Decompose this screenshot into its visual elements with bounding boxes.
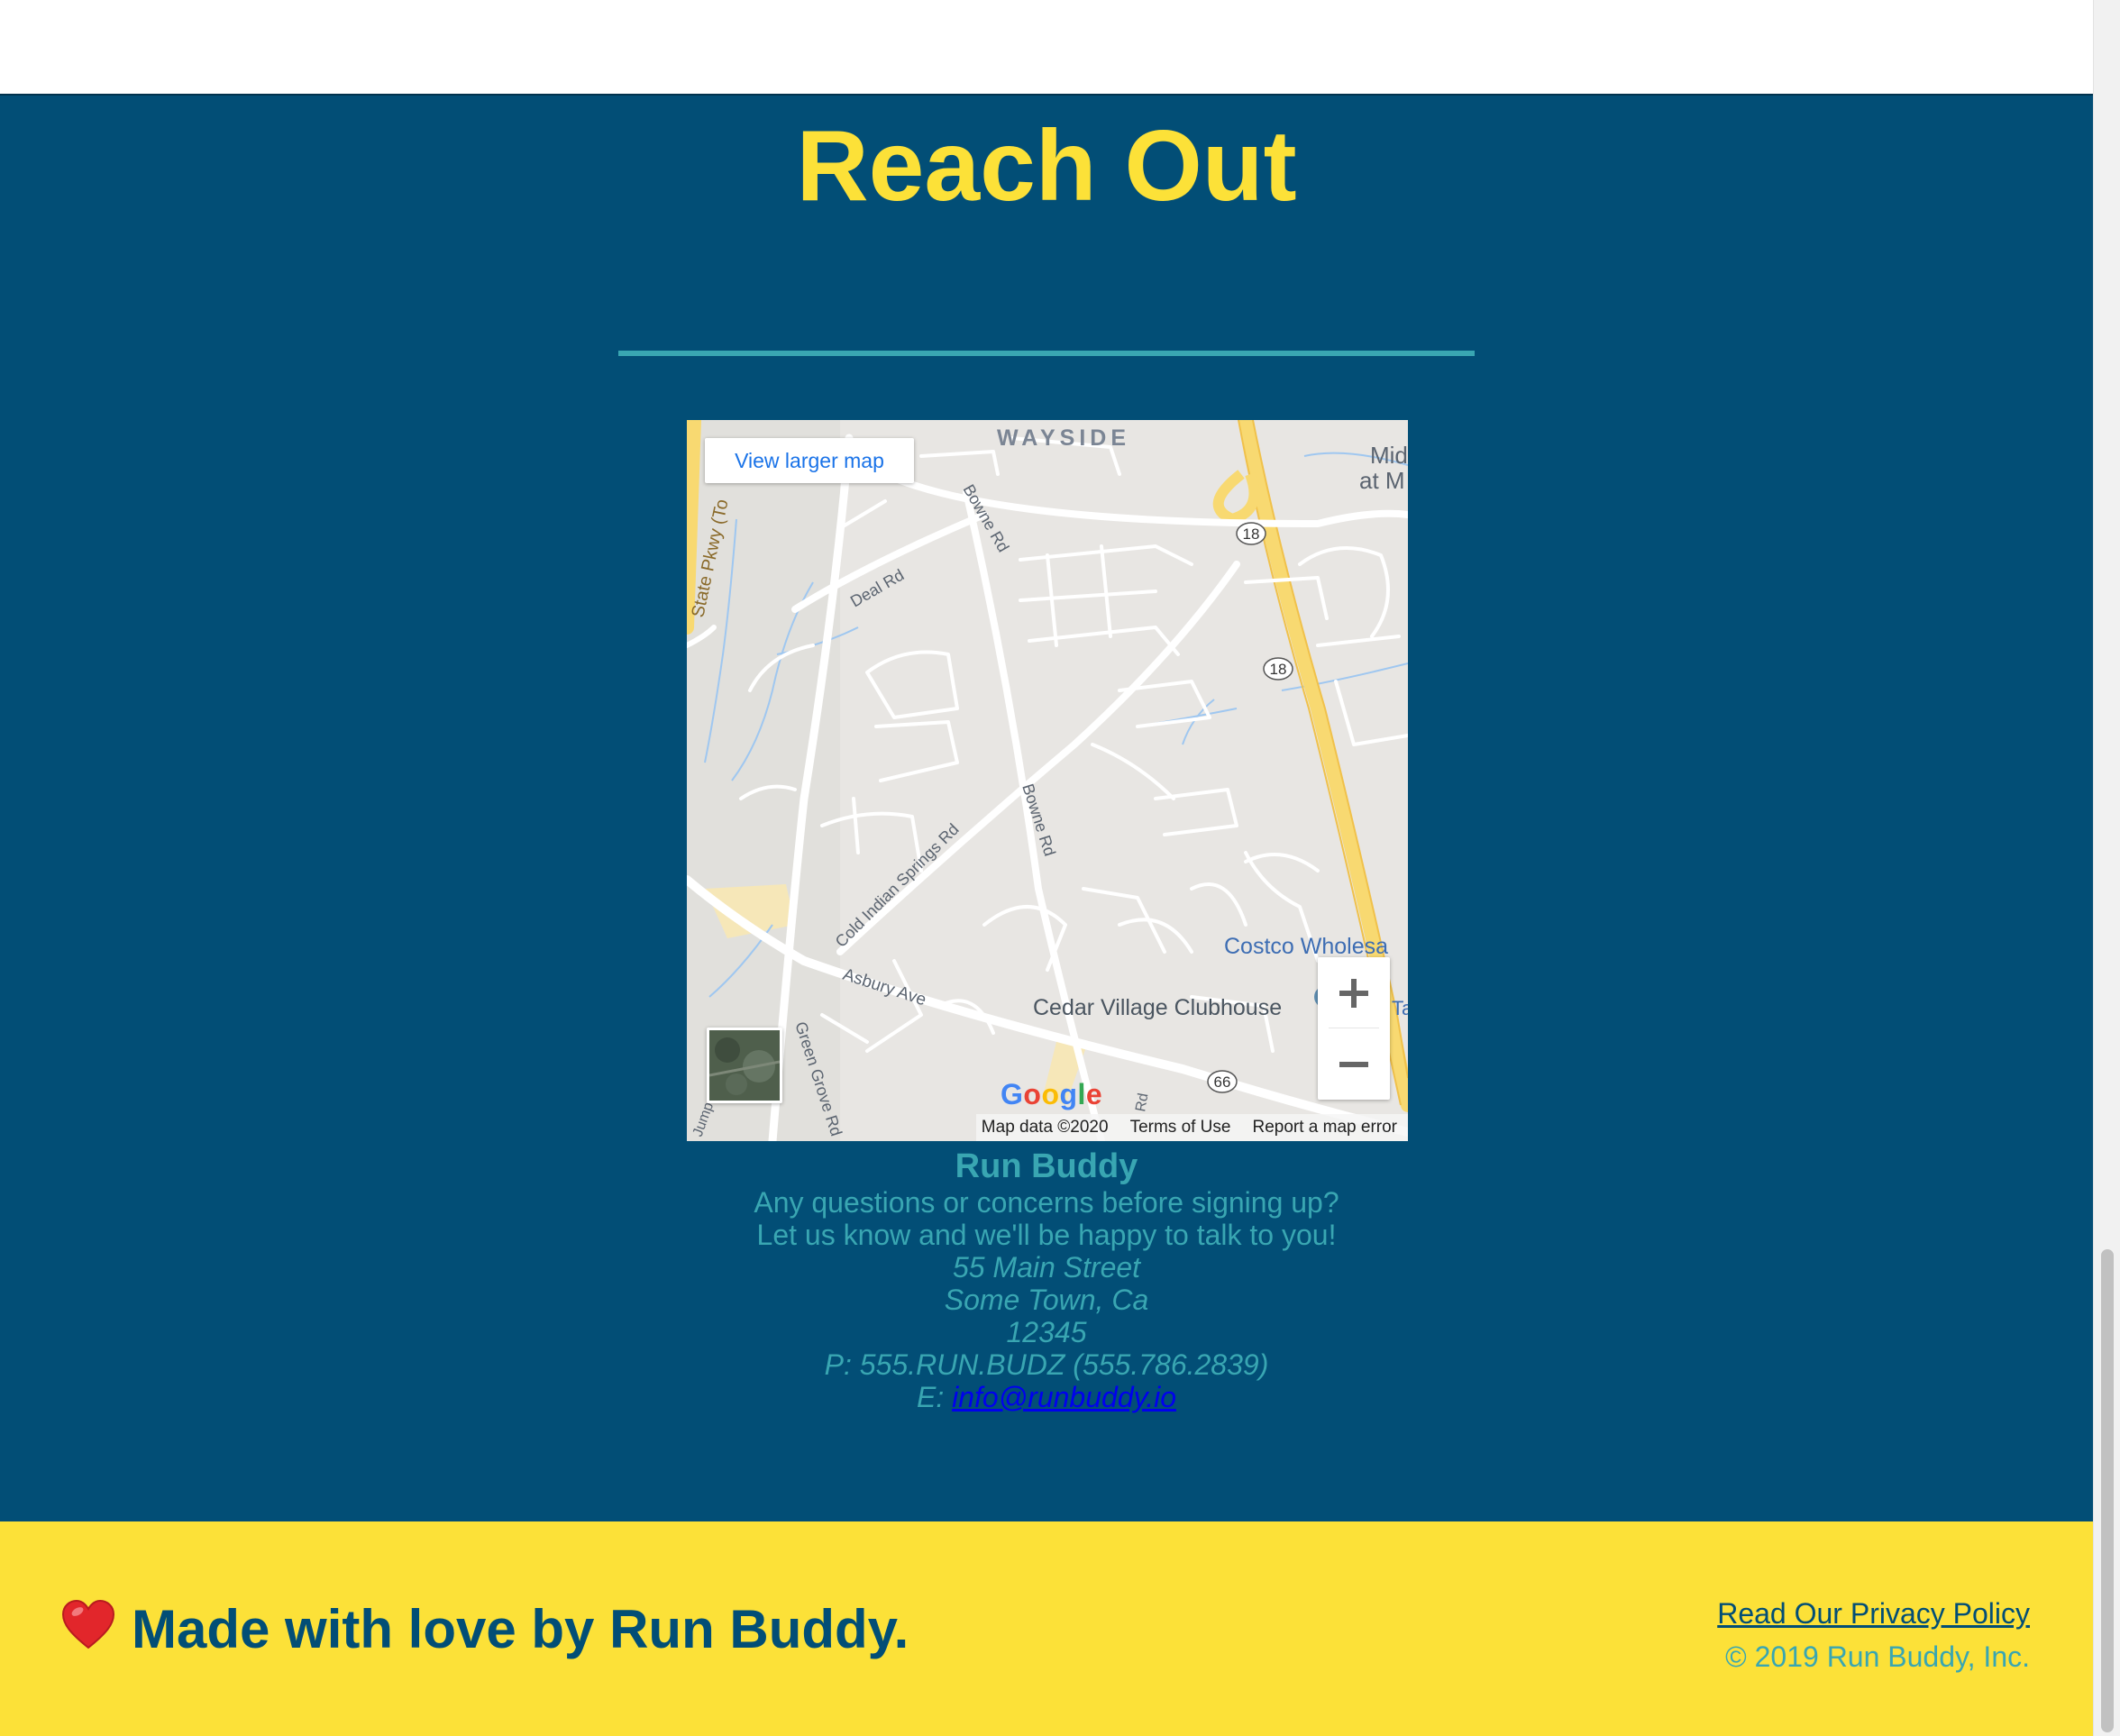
minus-icon — [1339, 1061, 1368, 1067]
made-with-love-text: Made with love by Run Buddy. — [132, 1599, 909, 1659]
label-costco: Costco Wholesa — [1224, 934, 1388, 959]
map-tiles[interactable]: 18 18 66 WAYSIDE Mid at M State Pkwy (To… — [687, 420, 1408, 1141]
route-shield-66: 66 — [1214, 1074, 1231, 1091]
contact-line-2: Let us know and we'll be happy to talk t… — [756, 1219, 1337, 1251]
map-data-text: Map data ©2020 — [981, 1118, 1109, 1137]
company-name: Run Buddy — [955, 1147, 1138, 1185]
heart-icon — [61, 1599, 115, 1654]
page-top-area — [0, 0, 2093, 94]
email-link[interactable]: info@runbuddy.io — [952, 1381, 1176, 1413]
label-mid-top: Mid — [1370, 442, 1408, 469]
zoom-out-button[interactable] — [1318, 1028, 1390, 1100]
vertical-scrollbar[interactable] — [2093, 0, 2120, 1736]
phone-number: P: 555.RUN.BUDZ (555.786.2839) — [824, 1348, 1269, 1381]
copyright-text: © 2019 Run Buddy, Inc. — [1725, 1640, 2030, 1673]
route-shield-18-a: 18 — [1243, 525, 1260, 543]
label-ta: Ta — [1392, 997, 1408, 1019]
zoom-controls — [1318, 957, 1390, 1100]
contact-info: Run Buddy Any questions or concerns befo… — [0, 1147, 2093, 1413]
report-map-error-link[interactable]: Report a map error — [1252, 1118, 1397, 1138]
map-attribution-bar: Map data ©2020 Terms of Use Report a map… — [975, 1114, 1408, 1141]
view-larger-map-link[interactable]: View larger map — [705, 438, 914, 483]
address-street: 55 Main Street — [952, 1251, 1141, 1284]
satellite-view-toggle[interactable] — [707, 1028, 782, 1103]
contact-line-1: Any questions or concerns before signing… — [754, 1186, 1339, 1219]
embedded-map[interactable]: 18 18 66 WAYSIDE Mid at M State Pkwy (To… — [687, 420, 1408, 1141]
google-logo: Google — [1001, 1078, 1103, 1110]
scrollbar-thumb[interactable] — [2101, 1249, 2114, 1732]
route-shield-18-b: 18 — [1270, 661, 1287, 678]
plus-icon — [1339, 978, 1368, 1008]
section-title: Reach Out — [796, 110, 1297, 222]
satellite-thumbnail-icon — [709, 1030, 780, 1101]
zoom-in-button[interactable] — [1318, 957, 1390, 1028]
label-rd-bottom: Rd — [1133, 1092, 1151, 1113]
email-line: E: info@runbuddy.io — [0, 1381, 2093, 1413]
address-zip: 12345 — [1006, 1316, 1087, 1348]
title-divider — [618, 351, 1475, 356]
address-city: Some Town, Ca — [944, 1284, 1149, 1316]
label-cedar-village: Cedar Village Clubhouse — [1033, 995, 1282, 1020]
email-prefix: E: — [916, 1381, 945, 1413]
privacy-policy-link[interactable]: Read Our Privacy Policy — [1717, 1596, 2030, 1631]
terms-of-use-link[interactable]: Terms of Use — [1130, 1118, 1231, 1138]
label-wayside: WAYSIDE — [997, 425, 1130, 451]
label-mid-bottom: at M — [1359, 467, 1405, 494]
